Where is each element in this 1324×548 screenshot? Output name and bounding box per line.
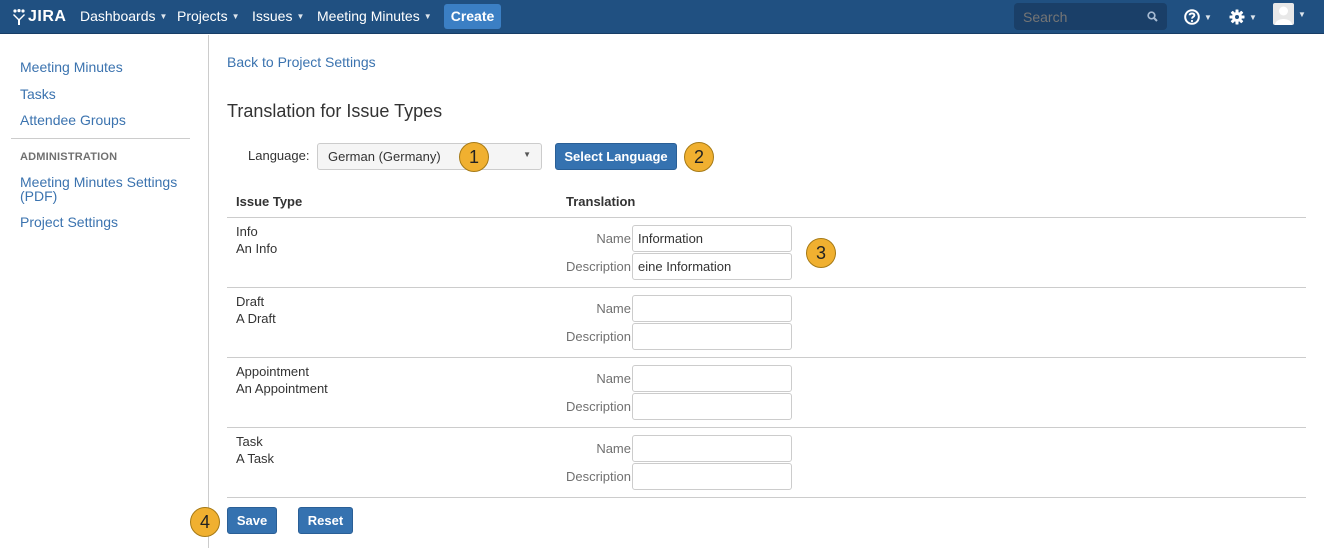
sidebar-item-meeting-minutes-settings[interactable]: Meeting Minutes Settings (PDF) [20,175,190,203]
sidebar-item-project-settings[interactable]: Project Settings [20,215,118,229]
description-label: Description [565,329,631,344]
chevron-down-icon: ▼ [523,150,531,159]
jira-logo[interactable]: JIRA [12,8,66,26]
issue-type-name: Appointment [236,364,309,379]
issue-type-name: Draft [236,294,265,309]
logo-text: JIRA [28,8,67,25]
translated-description-input[interactable] [632,393,792,420]
search-input[interactable] [1023,3,1143,30]
issue-type-description: A Task [236,451,275,466]
nav-issues[interactable]: Issues ▼ [252,0,304,34]
sidebar-item-tasks[interactable]: Tasks [20,87,56,101]
save-button[interactable]: Save [227,507,277,534]
column-header-translation: Translation [566,194,636,209]
user-menu[interactable]: ▼ [1273,3,1306,25]
settings-menu[interactable]: ▼ [1229,8,1257,26]
sidebar-item-attendee-groups[interactable]: Attendee Groups [20,113,126,127]
issue-type-description: An Info [236,241,278,256]
name-label: Name [596,231,631,246]
annotation-badge-3: 3 [806,238,836,268]
search-box[interactable] [1014,3,1167,30]
chevron-down-icon: ▼ [423,12,432,21]
name-label: Name [596,441,631,456]
nav-projects[interactable]: Projects ▼ [177,0,240,34]
user-avatar [1273,3,1294,25]
settings-icon [1229,9,1245,25]
chevron-down-icon: ▼ [296,12,305,21]
table-divider [227,497,1306,498]
back-to-project-settings-link[interactable]: Back to Project Settings [227,54,376,70]
search-icon[interactable] [1147,11,1158,22]
chevron-down-icon: ▼ [1204,12,1212,22]
table-divider [227,357,1306,358]
translated-description-input[interactable] [632,323,792,350]
translated-description-input[interactable] [632,463,792,490]
description-label: Description [565,259,631,274]
issue-type-description: A Draft [236,311,276,326]
select-language-button[interactable]: Select Language [555,143,677,170]
nav-dashboards[interactable]: Dashboards ▼ [80,0,167,34]
issue-type-name: Info [236,224,258,239]
translated-name-input[interactable] [632,365,792,392]
table-divider [227,427,1306,428]
chevron-down-icon: ▼ [231,12,240,21]
annotation-badge-2: 2 [684,142,714,172]
create-button[interactable]: Create [444,4,501,29]
chevron-down-icon: ▼ [1249,12,1257,22]
issue-type-description: An Appointment [236,381,328,396]
chevron-down-icon: ▼ [159,12,168,21]
language-label: Language: [248,148,310,163]
name-label: Name [596,371,631,386]
reset-button[interactable]: Reset [298,507,353,534]
nav-projects-label: Projects [177,8,228,24]
name-label: Name [596,301,631,316]
sidebar-divider [11,138,190,139]
top-navigation-bar: JIRA Dashboards ▼ Projects ▼ Issues ▼ Meeti… [0,0,1324,34]
page-title: Translation for Issue Types [227,101,443,121]
nav-meeting-minutes[interactable]: Meeting Minutes ▼ [317,0,432,34]
translated-name-input[interactable] [632,225,792,252]
nav-issues-label: Issues [252,8,293,24]
translated-name-input[interactable] [632,435,792,462]
table-divider [227,217,1306,218]
sidebar-heading-administration: ADMINISTRATION [20,151,118,163]
annotation-badge-1: 1 [459,142,489,172]
translated-description-input[interactable] [632,253,792,280]
description-label: Description [565,399,631,414]
table-divider [227,287,1306,288]
project-sidebar: Meeting Minutes Tasks Attendee Groups AD… [0,35,209,548]
nav-meeting-minutes-label: Meeting Minutes [317,8,420,24]
nav-dashboards-label: Dashboards [80,8,156,24]
translated-name-input[interactable] [632,295,792,322]
sidebar-item-meeting-minutes[interactable]: Meeting Minutes [20,60,123,74]
description-label: Description [565,469,631,484]
annotation-badge-4: 4 [190,507,220,537]
language-select-value: German (Germany) [328,149,441,164]
help-menu[interactable]: ▼ [1184,8,1212,26]
help-icon [1184,9,1200,25]
language-select[interactable]: German (Germany) ▼ [317,143,542,170]
chevron-down-icon: ▼ [1298,9,1306,19]
issue-type-name: Task [236,434,263,449]
jira-logo-icon [13,9,25,25]
column-header-issue-type: Issue Type [236,194,303,209]
